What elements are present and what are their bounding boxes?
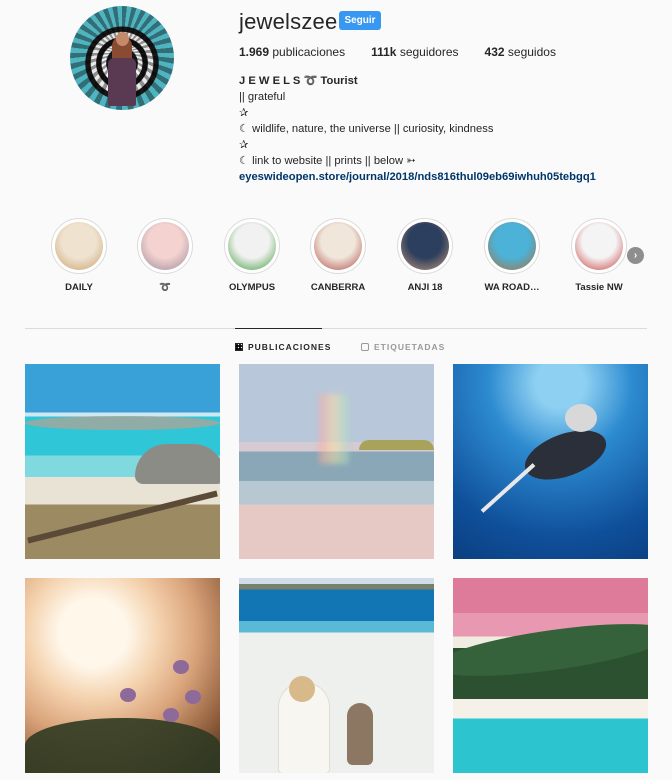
post-thumbnail[interactable] <box>239 364 434 559</box>
tag-icon <box>361 343 369 351</box>
highlight-symbol[interactable]: ➰ <box>120 218 210 293</box>
highlight-olympus[interactable]: OLYMPUS <box>207 218 297 293</box>
stat-followers[interactable]: 111k seguidores <box>371 45 458 59</box>
post-thumbnail[interactable] <box>239 578 434 773</box>
bio-link[interactable]: eyeswideopen.store/journal/2018/nds816th… <box>239 169 596 185</box>
stat-following[interactable]: 432 seguidos <box>485 45 556 59</box>
post-image-detail <box>173 660 189 674</box>
post-image-detail <box>480 463 536 513</box>
post-image-detail <box>163 708 179 722</box>
avatar-head <box>116 32 129 46</box>
chevron-right-icon[interactable]: › <box>627 247 644 264</box>
stat-followers-label: seguidores <box>399 45 459 59</box>
post-image-detail <box>319 394 349 464</box>
post-thumbnail[interactable] <box>25 364 220 559</box>
highlight-label: WA ROAD… <box>484 282 540 293</box>
stat-posts-count: 1.969 <box>239 45 270 59</box>
highlight-thumbnail <box>314 222 362 270</box>
highlight-label: DAILY <box>65 282 93 293</box>
highlight-ring <box>224 218 280 274</box>
post-image-detail <box>25 718 220 773</box>
post-image-detail <box>289 676 315 702</box>
tab-divider <box>25 328 647 329</box>
highlight-label: OLYMPUS <box>228 282 276 293</box>
post-image-detail <box>565 404 597 432</box>
highlight-ring <box>484 218 540 274</box>
stat-following-count: 432 <box>484 45 505 59</box>
highlight-thumbnail <box>575 222 623 270</box>
highlight-label: ➰ <box>159 282 171 293</box>
profile-stats: 1.969 publicaciones 111k seguidores 432 … <box>239 45 582 59</box>
stat-followers-count: 111k <box>371 45 397 59</box>
post-image-detail <box>27 490 218 544</box>
post-image-detail <box>518 420 613 490</box>
bio-line: ✰ <box>239 107 249 119</box>
post-image-detail <box>453 613 648 687</box>
highlight-daily[interactable]: DAILY <box>34 218 124 293</box>
post-thumbnail[interactable] <box>453 364 648 559</box>
highlight-thumbnail <box>141 222 189 270</box>
bio-line: ☾ link to website || prints || below ➳ <box>239 155 416 167</box>
tab-posts-label: PUBLICACIONES <box>248 342 332 352</box>
bio-line: || grateful <box>239 91 286 103</box>
follow-button[interactable]: Seguir <box>339 11 381 30</box>
highlight-canberra[interactable]: CANBERRA <box>293 218 383 293</box>
tab-tagged-label: ETIQUETADAS <box>374 342 446 352</box>
post-thumbnail[interactable] <box>25 578 220 773</box>
highlight-label: CANBERRA <box>310 282 366 293</box>
post-image-detail <box>185 690 201 704</box>
highlight-anji[interactable]: ANJI 18 <box>380 218 470 293</box>
post-image-detail <box>359 440 434 450</box>
post-image-detail <box>120 688 136 702</box>
post-image-detail <box>347 703 373 765</box>
bio-line: ✰ <box>239 139 249 151</box>
highlight-label: ANJI 18 <box>407 282 443 293</box>
highlight-ring <box>137 218 193 274</box>
highlight-ring <box>397 218 453 274</box>
stat-posts: 1.969 publicaciones <box>239 45 345 59</box>
highlight-thumbnail <box>55 222 103 270</box>
highlight-thumbnail <box>228 222 276 270</box>
profile-bio: J E W E L S ➰ Tourist || grateful ✰ ☾ wi… <box>239 73 596 185</box>
post-thumbnail[interactable] <box>453 578 648 773</box>
bio-name: J E W E L S ➰ Tourist <box>239 75 358 87</box>
profile-username: jewelszee <box>239 9 338 34</box>
tab-tagged[interactable]: ETIQUETADAS <box>361 342 445 352</box>
tab-posts[interactable]: PUBLICACIONES <box>235 342 331 352</box>
stat-following-label: seguidos <box>507 45 556 59</box>
highlight-ring <box>310 218 366 274</box>
profile-avatar[interactable] <box>70 6 174 110</box>
highlight-wa-road[interactable]: WA ROAD… <box>467 218 557 293</box>
highlight-ring <box>571 218 627 274</box>
post-image-detail <box>135 444 220 484</box>
highlight-label: Tassie NW <box>575 282 623 293</box>
highlight-thumbnail <box>401 222 449 270</box>
avatar-dress <box>108 58 136 106</box>
story-highlights: DAILY ➰ OLYMPUS CANBERRA ANJI 18 WA ROAD… <box>47 218 647 298</box>
bio-line: ☾ wildlife, nature, the universe || curi… <box>239 123 494 135</box>
post-image-detail <box>25 416 220 430</box>
stat-posts-label: publicaciones <box>272 45 346 59</box>
highlight-thumbnail <box>488 222 536 270</box>
tab-active-indicator <box>235 328 322 329</box>
grid-icon <box>235 343 243 351</box>
highlight-ring <box>51 218 107 274</box>
